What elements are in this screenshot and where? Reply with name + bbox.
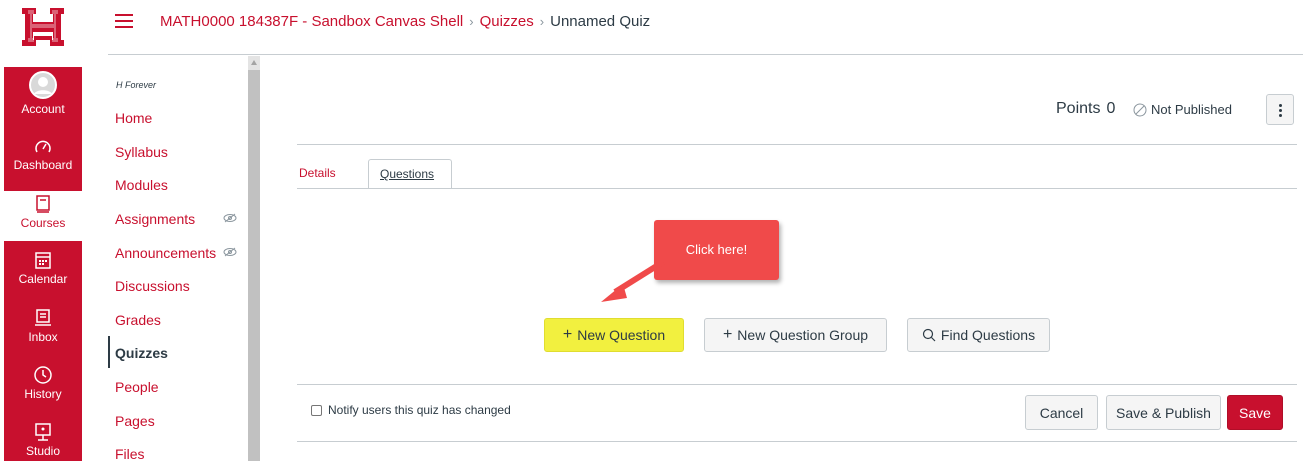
nav-dashboard-label: Dashboard bbox=[13, 158, 73, 172]
nav-courses[interactable]: Courses bbox=[4, 191, 82, 241]
breadcrumb-quizzes-link[interactable]: Quizzes bbox=[480, 13, 534, 30]
calendar-icon bbox=[35, 252, 51, 269]
hidden-eye-icon bbox=[223, 213, 237, 223]
cancel-button[interactable]: Cancel bbox=[1025, 395, 1098, 430]
uh-logo[interactable] bbox=[20, 6, 66, 48]
dashboard-icon bbox=[35, 140, 51, 153]
new-question-button[interactable]: + New Question bbox=[544, 318, 684, 352]
breadcrumb: MATH0000 184387F - Sandbox Canvas Shell ›… bbox=[160, 13, 650, 30]
notify-users-label: Notify users this quiz has changed bbox=[328, 403, 511, 417]
points-label: Points bbox=[1056, 100, 1101, 117]
hidden-eye-icon bbox=[223, 247, 237, 257]
hamburger-menu-icon[interactable] bbox=[115, 14, 133, 28]
plus-icon: + bbox=[722, 326, 733, 343]
nav-account-label: Account bbox=[21, 102, 65, 116]
course-nav-pages[interactable]: Pages bbox=[115, 413, 155, 429]
course-nav-announcements[interactable]: Announcements bbox=[115, 245, 216, 261]
nav-inbox[interactable]: Inbox bbox=[4, 308, 82, 354]
save-button[interactable]: Save bbox=[1227, 395, 1283, 430]
course-nav-subtitle: H Forever bbox=[116, 80, 157, 90]
search-icon bbox=[922, 328, 936, 342]
points-value: 0 bbox=[1106, 100, 1116, 117]
nav-dashboard[interactable]: Dashboard bbox=[4, 138, 82, 184]
course-nav-assignments[interactable]: Assignments bbox=[115, 211, 195, 227]
save-and-publish-button[interactable]: Save & Publish bbox=[1106, 395, 1221, 430]
nav-studio[interactable]: Studio bbox=[4, 422, 82, 461]
course-nav-quizzes[interactable]: Quizzes bbox=[115, 345, 168, 361]
nav-calendar[interactable]: Calendar bbox=[4, 250, 82, 296]
notify-users-option[interactable]: Notify users this quiz has changed bbox=[311, 403, 511, 417]
course-nav-grades[interactable]: Grades bbox=[115, 312, 161, 328]
find-questions-button[interactable]: Find Questions bbox=[907, 318, 1050, 352]
scroll-up-arrow-icon[interactable] bbox=[251, 60, 257, 65]
publish-status: Not Published bbox=[1133, 102, 1232, 117]
new-question-label: New Question bbox=[577, 327, 666, 343]
course-nav-scrollbar-thumb[interactable] bbox=[248, 70, 260, 461]
tabs-divider bbox=[297, 188, 1297, 189]
nav-calendar-label: Calendar bbox=[18, 272, 68, 286]
header-divider bbox=[108, 54, 1303, 55]
new-question-group-label: New Question Group bbox=[737, 327, 869, 343]
header-section-divider bbox=[297, 144, 1297, 145]
account-icon bbox=[29, 71, 57, 99]
new-question-group-button[interactable]: + New Question Group bbox=[704, 318, 887, 352]
course-nav: H Forever Home Syllabus Modules Assignme… bbox=[100, 60, 248, 461]
course-nav-syllabus[interactable]: Syllabus bbox=[115, 144, 168, 160]
history-icon bbox=[34, 366, 52, 384]
publish-status-label: Not Published bbox=[1151, 102, 1232, 117]
bottom-divider bbox=[297, 441, 1297, 442]
course-nav-files[interactable]: Files bbox=[115, 446, 145, 461]
notify-users-checkbox[interactable] bbox=[311, 404, 322, 416]
courses-icon bbox=[36, 195, 50, 213]
breadcrumb-current: Unnamed Quiz bbox=[550, 13, 651, 30]
tab-questions-label: Questions bbox=[380, 167, 435, 181]
course-nav-discussions[interactable]: Discussions bbox=[115, 278, 190, 294]
tab-details[interactable]: Details bbox=[288, 159, 347, 189]
not-published-icon bbox=[1133, 103, 1147, 116]
course-nav-people[interactable]: People bbox=[115, 379, 159, 395]
callout-arrow-icon bbox=[601, 259, 665, 302]
nav-studio-label: Studio bbox=[25, 444, 61, 458]
nav-history-label: History bbox=[24, 387, 62, 401]
nav-history[interactable]: History bbox=[4, 365, 82, 411]
inbox-icon bbox=[35, 309, 51, 326]
breadcrumb-course-link[interactable]: MATH0000 184387F - Sandbox Canvas Shell bbox=[160, 13, 463, 30]
nav-courses-label: Courses bbox=[20, 216, 66, 230]
more-options-icon[interactable] bbox=[1266, 94, 1294, 125]
tab-questions[interactable]: Questions bbox=[368, 159, 452, 189]
course-nav-home[interactable]: Home bbox=[115, 110, 152, 126]
nav-inbox-label: Inbox bbox=[28, 330, 58, 344]
breadcrumb-separator-icon: › bbox=[469, 14, 474, 29]
points-display: Points 0 bbox=[1056, 100, 1115, 118]
plus-icon: + bbox=[562, 326, 573, 343]
global-nav: Account Dashboard Courses Calendar Inbox… bbox=[0, 0, 85, 461]
studio-icon bbox=[35, 423, 51, 441]
course-nav-active-indicator bbox=[108, 336, 110, 368]
find-questions-label: Find Questions bbox=[940, 327, 1036, 343]
footer-divider bbox=[297, 384, 1297, 385]
nav-account[interactable]: Account bbox=[4, 70, 82, 128]
course-nav-modules[interactable]: Modules bbox=[115, 177, 168, 193]
breadcrumb-separator-icon: › bbox=[539, 14, 545, 29]
